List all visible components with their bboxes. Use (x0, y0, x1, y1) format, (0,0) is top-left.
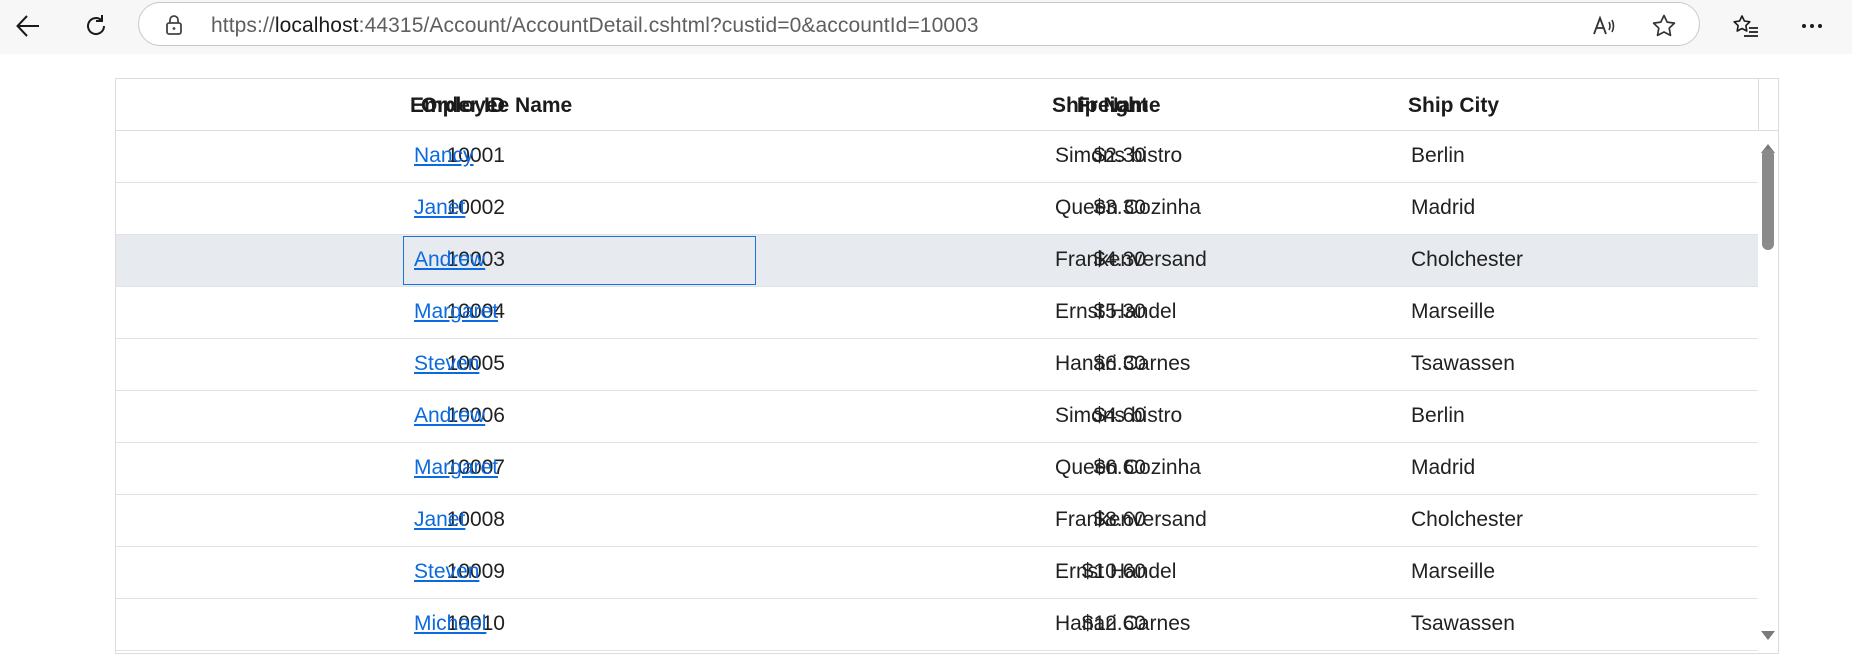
url-scheme: https:// (211, 14, 275, 37)
cell-ship-name: Frankenversand (1055, 248, 1207, 271)
cell-ship-name: Ernst Handel (1055, 560, 1177, 583)
cell-ship-name: Hanari Carnes (1055, 612, 1191, 635)
back-arrow-icon[interactable] (6, 6, 50, 46)
url-host: localhost (274, 14, 359, 37)
cell-ship-city: Madrid (1411, 456, 1476, 479)
cell-ship-name: Simons bistro (1055, 404, 1183, 427)
cell-ship-city: Berlin (1411, 404, 1465, 427)
lock-icon[interactable] (163, 14, 185, 36)
column-header-ship-name[interactable]: Ship Name (1052, 94, 1161, 118)
read-aloud-icon[interactable] (1591, 13, 1617, 39)
employee-name-link[interactable]: Margaret (414, 300, 498, 324)
table-row[interactable]: 10005 Steven $6.30 Hanari Carnes Tsawassen (116, 339, 1758, 391)
table-row[interactable]: 10002 Janet $3.30 Queen Cozinha Madrid (116, 183, 1758, 235)
refresh-icon[interactable] (74, 6, 118, 46)
employee-name-link[interactable]: Janet (414, 196, 465, 220)
cell-ship-city: Berlin (1411, 144, 1465, 167)
table-row[interactable]: 10001 Nancy $2.30 Simons bistro Berlin (116, 131, 1758, 183)
favorites-list-icon[interactable] (1724, 6, 1768, 46)
cell-ship-name: Hanari Carnes (1055, 352, 1191, 375)
scroll-thumb[interactable] (1762, 149, 1774, 250)
table-row[interactable]: 10010 Michael $12.60 Hanari Carnes Tsawassen (116, 599, 1758, 651)
table-row[interactable]: 10009 Steven $10.60 Ernst Handel Marseille (116, 547, 1758, 599)
more-menu-icon[interactable] (1790, 6, 1834, 46)
scroll-down-arrow-icon[interactable] (1761, 631, 1775, 640)
vertical-scrollbar[interactable] (1758, 131, 1778, 653)
favorite-star-icon[interactable] (1651, 13, 1677, 39)
address-bar[interactable]: https://localhost:44315/Account/AccountD… (138, 2, 1700, 46)
orders-grid: Order ID Employee Name Freight Ship Name… (115, 78, 1779, 654)
employee-name-link[interactable]: Steven (414, 352, 479, 376)
employee-name-link[interactable]: Steven (414, 560, 479, 584)
cell-ship-city: Tsawassen (1411, 352, 1515, 375)
table-row[interactable]: 10004 Margaret $5.30 Ernst Handel Marseille (116, 287, 1758, 339)
cell-ship-name: Simons bistro (1055, 144, 1183, 167)
cell-ship-city: Tsawassen (1411, 612, 1515, 635)
employee-name-link[interactable]: Andrew (414, 248, 485, 272)
cell-ship-city: Marseille (1411, 560, 1496, 583)
employee-name-link[interactable]: Margaret (414, 456, 498, 480)
url-text[interactable]: https://localhost:44315/Account/AccountD… (211, 14, 979, 38)
employee-name-link[interactable]: Michael (414, 612, 486, 636)
header-scroll-spacer (1758, 79, 1778, 131)
cell-ship-name: Frankenversand (1055, 508, 1207, 531)
cell-ship-name: Ernst Handel (1055, 300, 1177, 323)
cell-ship-city: Cholchester (1411, 248, 1524, 271)
table-row[interactable]: 10007 Margaret $6.60 Queen Cozinha Madrid (116, 443, 1758, 495)
column-header-employee-name[interactable]: Employee Name (410, 94, 572, 118)
table-row[interactable]: 10003 Andrew $4.30 Frankenversand Cholcheste… (116, 235, 1758, 287)
employee-name-link[interactable]: Nancy (414, 144, 474, 168)
cell-ship-city: Cholchester (1411, 508, 1524, 531)
url-path: :44315/Account/AccountDetail.cshtml?cust… (358, 14, 979, 37)
grid-header: Order ID Employee Name Freight Ship Name… (116, 79, 1758, 131)
table-row[interactable]: 10008 Janet $8.60 Frankenversand Cholchester (116, 495, 1758, 547)
column-header-ship-city[interactable]: Ship City (1408, 94, 1499, 118)
grid-body: 10001 Nancy $2.30 Simons bistro Berlin 10002 J… (116, 131, 1758, 651)
cell-ship-city: Marseille (1411, 300, 1496, 323)
employee-name-link[interactable]: Andrew (414, 404, 485, 428)
cell-ship-city: Madrid (1411, 196, 1476, 219)
browser-toolbar: https://localhost:44315/Account/AccountD… (0, 0, 1852, 54)
cell-ship-name: Queen Cozinha (1055, 196, 1201, 219)
employee-name-link[interactable]: Janet (414, 508, 465, 532)
table-row[interactable]: 10006 Andrew $4.60 Simons bistro Berlin (116, 391, 1758, 443)
cell-ship-name: Queen Cozinha (1055, 456, 1201, 479)
